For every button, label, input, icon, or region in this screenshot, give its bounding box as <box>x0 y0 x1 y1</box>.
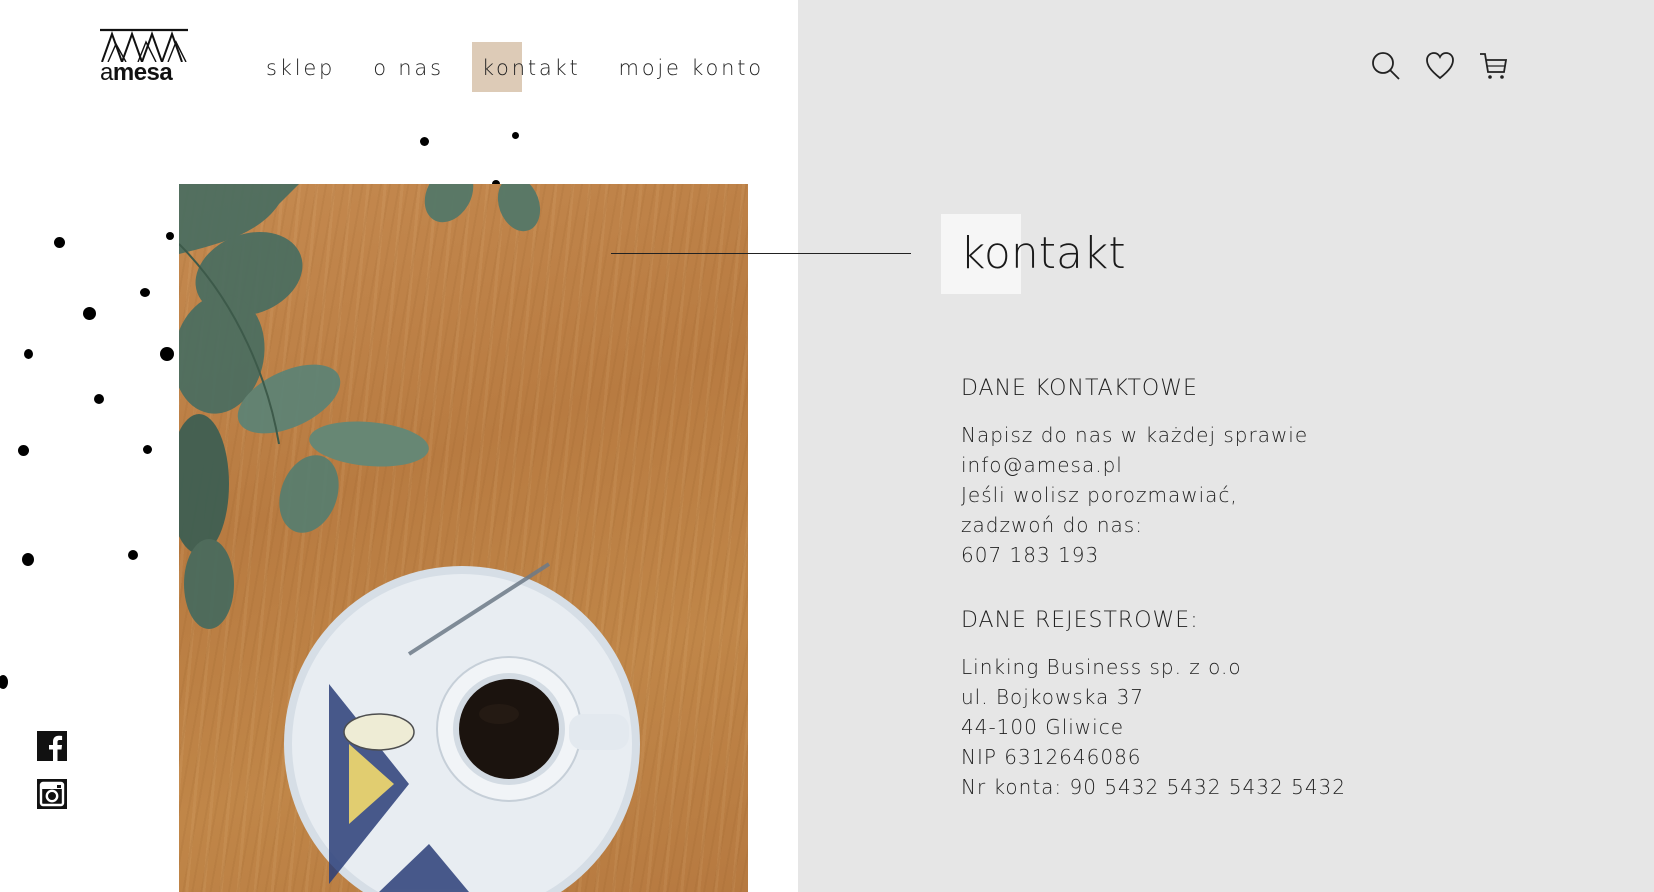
contact-line: Jeśli wolisz porozmawiać, <box>961 483 1238 507</box>
dot <box>160 347 174 361</box>
nav-item-o-nas[interactable]: o nas <box>363 46 454 88</box>
contact-section-title: DANE KONTAKTOWE <box>961 376 1198 401</box>
dot <box>24 349 33 359</box>
registration-info: Linking Business sp. z o.o ul. Bojkowska… <box>961 652 1346 802</box>
amesa-logo[interactable]: amesa <box>98 28 190 86</box>
dot <box>83 307 96 320</box>
page-title: kontakt <box>960 228 1126 279</box>
company-name: Linking Business sp. z o.o <box>961 655 1242 679</box>
contact-line: Napisz do nas w każdej sprawie <box>961 423 1309 447</box>
main-nav: sklep o nas kontakt moje konto <box>266 42 792 92</box>
facebook-icon[interactable] <box>37 731 67 761</box>
contact-info: Napisz do nas w każdej sprawie info@ames… <box>961 420 1308 570</box>
dot <box>54 237 65 248</box>
dot <box>0 675 8 689</box>
coffee-photo <box>179 184 748 892</box>
header-icons <box>1370 50 1510 82</box>
nav-item-sklep[interactable]: sklep <box>252 46 345 88</box>
dot <box>22 553 34 566</box>
bank-account: Nr konta: 90 5432 5432 5432 5432 <box>961 775 1346 799</box>
dot <box>128 550 138 560</box>
dot <box>18 445 29 456</box>
city-address: 44-100 Gliwice <box>961 715 1125 739</box>
contact-line: zadzwoń do nas: <box>961 513 1143 537</box>
heading-divider <box>611 253 911 254</box>
instagram-icon[interactable] <box>37 779 67 809</box>
dot <box>94 394 104 404</box>
email-link[interactable]: info@amesa.pl <box>961 450 1308 480</box>
dot <box>166 232 174 240</box>
heart-icon[interactable] <box>1424 50 1456 82</box>
street-address: ul. Bojkowska 37 <box>961 685 1145 709</box>
logo-text: amesa <box>100 59 173 86</box>
nav-item-moje-konto[interactable]: moje konto <box>609 46 774 88</box>
phone-link[interactable]: 607 183 193 <box>961 540 1308 570</box>
dot <box>143 445 152 454</box>
logo-mark-icon <box>100 28 188 62</box>
nav-item-kontakt[interactable]: kontakt <box>471 42 591 92</box>
cart-icon[interactable] <box>1478 50 1510 82</box>
dot <box>140 288 150 297</box>
dot <box>512 132 519 139</box>
nip-number: NIP 6312646086 <box>961 745 1142 769</box>
social-links <box>37 731 67 809</box>
registration-section-title: DANE REJESTROWE: <box>961 608 1199 633</box>
dot <box>420 137 429 146</box>
search-icon[interactable] <box>1370 50 1402 82</box>
